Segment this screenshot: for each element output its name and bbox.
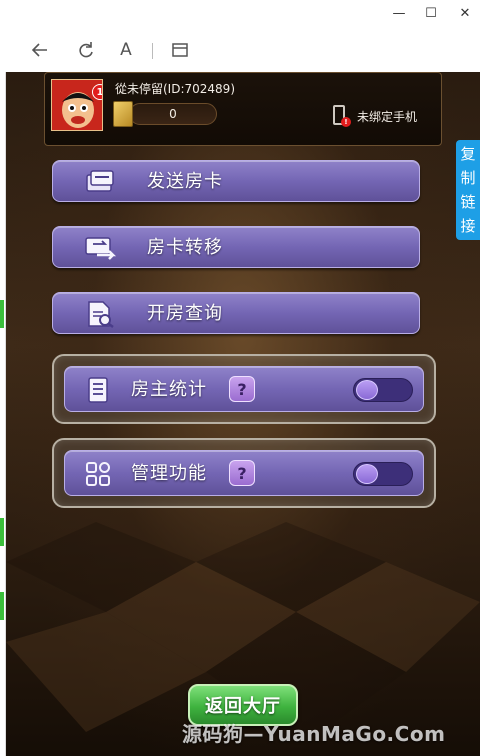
edge-marker xyxy=(0,300,4,328)
toggle-knob xyxy=(356,464,378,484)
transfer-card-button[interactable]: 房卡转移 xyxy=(52,226,420,268)
profile-card: 1 從未停留(ID:702489) 0 ! 未绑定手机 xyxy=(44,72,442,146)
watermark: 源码狗—YuanMaGo.Com xyxy=(182,722,446,746)
room-query-button[interactable]: 开房查询 xyxy=(52,292,420,334)
room-query-label: 开房查询 xyxy=(147,303,223,324)
close-button[interactable]: ✕ xyxy=(448,2,480,24)
text-size-glyph: A xyxy=(120,40,132,60)
manage-row: 管理功能 ? xyxy=(64,450,424,496)
avatar[interactable]: 1 xyxy=(51,79,103,131)
owner-stats-panel: 房主统计 ? xyxy=(52,354,436,424)
list-document-icon xyxy=(85,377,111,403)
grid-apps-icon xyxy=(85,461,111,487)
send-card-button[interactable]: 发送房卡 xyxy=(52,160,420,202)
text-size-icon[interactable]: A xyxy=(114,38,138,62)
refresh-icon[interactable] xyxy=(74,38,98,62)
minimize-icon: — xyxy=(392,5,406,21)
send-card-label: 发送房卡 xyxy=(147,171,223,192)
toggle-knob xyxy=(356,380,378,400)
browser-toolbar: A xyxy=(0,26,480,72)
minimize-button[interactable]: — xyxy=(382,2,416,24)
game-screen: 1 從未停留(ID:702489) 0 ! 未绑定手机 发送房卡 房卡转移 开房… xyxy=(6,72,480,756)
player-name: 從未停留(ID:702489) xyxy=(115,82,235,96)
back-arrow-icon[interactable] xyxy=(28,38,52,62)
owner-stats-label: 房主统计 xyxy=(131,379,207,400)
maximize-button[interactable]: ☐ xyxy=(414,2,448,24)
card-send-icon xyxy=(83,169,117,195)
owner-stats-toggle[interactable] xyxy=(353,378,413,402)
room-card-icon xyxy=(113,101,133,127)
card-transfer-icon xyxy=(83,235,117,261)
alert-icon: ! xyxy=(341,117,351,127)
notification-badge: 1 xyxy=(92,84,102,100)
copy-link-char: 接 xyxy=(460,217,476,235)
window-icon[interactable] xyxy=(168,38,192,62)
maximize-icon: ☐ xyxy=(425,5,437,21)
copy-link-tab[interactable]: 复 制 链 接 xyxy=(456,140,480,240)
room-card-count: 0 xyxy=(129,103,217,125)
document-search-icon xyxy=(83,301,117,328)
copy-link-char: 链 xyxy=(460,193,476,211)
close-icon: ✕ xyxy=(459,5,471,21)
transfer-card-label: 房卡转移 xyxy=(147,237,223,258)
copy-link-char: 制 xyxy=(460,169,476,187)
edge-marker xyxy=(0,518,4,546)
copy-link-char: 复 xyxy=(460,145,476,163)
manage-label: 管理功能 xyxy=(131,463,207,484)
manage-panel: 管理功能 ? xyxy=(52,438,436,508)
toolbar-separator xyxy=(152,43,153,59)
owner-stats-row: 房主统计 ? xyxy=(64,366,424,412)
manage-help-button[interactable]: ? xyxy=(229,460,255,486)
manage-toggle[interactable] xyxy=(353,462,413,486)
phone-status[interactable]: 未绑定手机 xyxy=(357,108,417,125)
edge-marker xyxy=(0,592,4,620)
owner-stats-help-button[interactable]: ? xyxy=(229,376,255,402)
window-titlebar: — ☐ ✕ xyxy=(0,0,480,26)
